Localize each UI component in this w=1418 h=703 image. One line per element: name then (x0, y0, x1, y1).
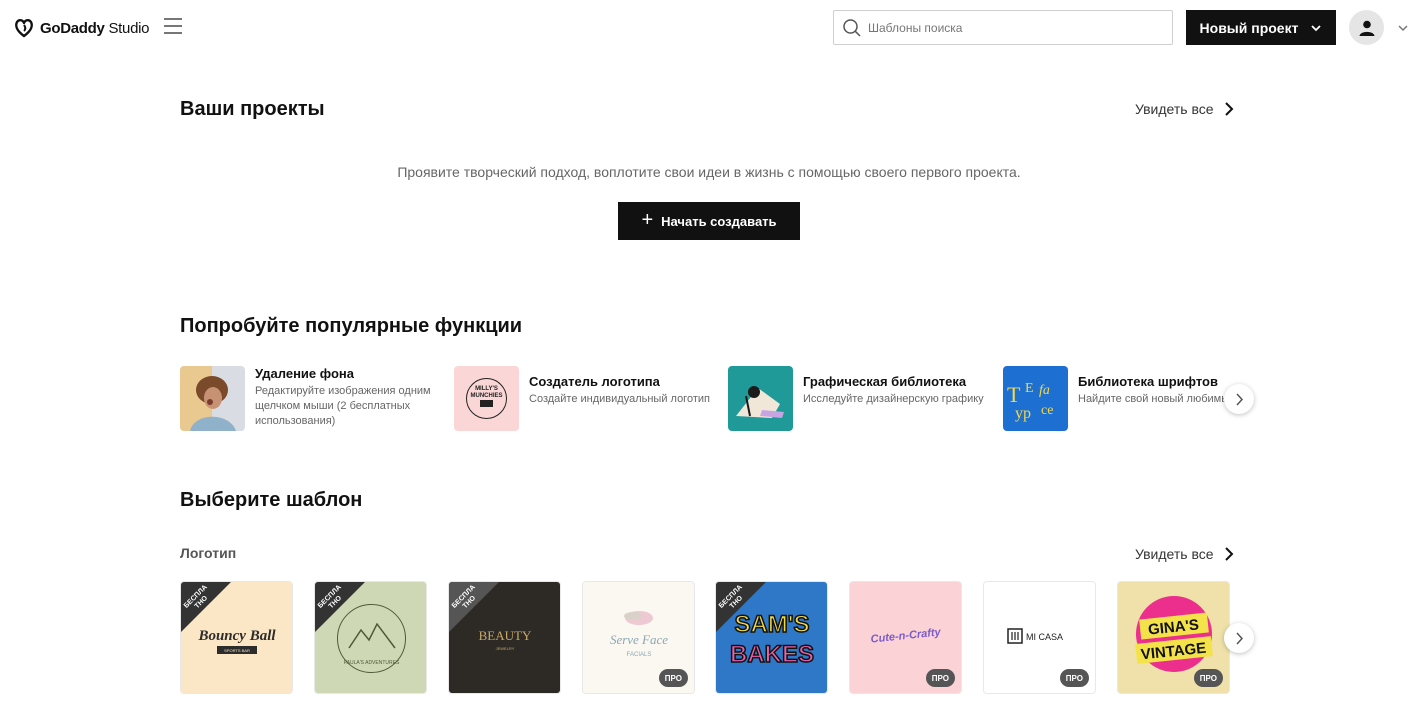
search-input[interactable] (868, 20, 1148, 35)
chevron-down-icon (1311, 24, 1322, 31)
templates-next-button[interactable] (1224, 623, 1254, 653)
template-title: Serve Face (610, 632, 668, 647)
features-next-button[interactable] (1224, 384, 1254, 414)
pro-badge: ПРО (1193, 669, 1223, 687)
logo-brand: GoDaddy (40, 19, 105, 37)
background-removal-thumbnail (180, 366, 245, 431)
feature-description: Исследуйте дизайнерскую графику (803, 393, 984, 405)
feature-description: Найдите свой новый любимый шрифт (1078, 393, 1232, 405)
feature-title: Графическая библиотека (803, 374, 967, 389)
search-box (833, 10, 1173, 45)
svg-text:MUNCHIES: MUNCHIES (470, 393, 502, 399)
user-icon (1359, 20, 1374, 36)
template-card[interactable]: SAM'S BAKES БЕСПЛА ТНО (715, 581, 828, 694)
projects-title: Ваши проекты (180, 98, 325, 120)
chevron-right-icon (1235, 392, 1243, 406)
font-library-thumbnail: T E fa yp ce (1003, 366, 1068, 431)
feature-logo-maker[interactable]: MILLY'S MUNCHIES Создатель логотипа Созд… (454, 366, 729, 432)
svg-text:yp: yp (1015, 405, 1031, 422)
template-subtitle: BAKES (730, 641, 814, 668)
projects-see-all-link[interactable]: Увидеть все (1135, 101, 1234, 117)
features-carousel: Удаление фона Редактируйте изображения о… (180, 366, 1232, 432)
template-card[interactable]: PAULA'S ADVENTURES БЕСПЛА ТНО (314, 581, 427, 694)
template-card[interactable]: Serve Face FACIALS ПРО (582, 581, 695, 694)
svg-text:fa: fa (1039, 383, 1050, 398)
template-card[interactable]: Cute-n-Crafty ПРО (849, 581, 962, 694)
template-subtitle: FACIALS (627, 652, 652, 658)
projects-see-all-label: Увидеть все (1135, 101, 1214, 117)
feature-graphics-library[interactable]: Графическая библиотека Исследуйте дизайн… (728, 366, 1003, 432)
pro-badge: ПРО (1059, 669, 1089, 687)
feature-background-removal[interactable]: Удаление фона Редактируйте изображения о… (180, 366, 455, 432)
hamburger-menu-icon[interactable] (164, 18, 184, 36)
svg-text:E: E (1025, 381, 1034, 396)
chevron-right-icon (1224, 102, 1233, 116)
svg-text:T: T (1007, 382, 1021, 407)
logo-maker-thumbnail: MILLY'S MUNCHIES (454, 366, 519, 431)
template-card[interactable]: MI CASA ПРО (983, 581, 1096, 694)
feature-title: Библиотека шрифтов (1078, 374, 1218, 389)
logo-category-title: Логотип (180, 545, 237, 561)
chevron-right-icon (1224, 547, 1233, 561)
account-chevron-down-icon[interactable] (1397, 22, 1409, 34)
graphics-library-thumbnail (728, 366, 793, 431)
start-creating-button[interactable]: + Начать создавать (618, 202, 800, 240)
template-subtitle: SPORTS BAR (224, 648, 250, 653)
template-card[interactable]: BEAUTY JEWELRY БЕСПЛА ТНО (448, 581, 561, 694)
features-title: Попробуйте популярные функции (180, 315, 523, 337)
start-creating-label: Начать создавать (661, 213, 777, 229)
godaddy-logo-icon (15, 19, 33, 38)
new-project-button[interactable]: Новый проект (1186, 10, 1336, 45)
template-title: MI CASA (1026, 632, 1063, 642)
feature-font-library[interactable]: T E fa yp ce Библиотека шрифтов Найдите … (1003, 366, 1232, 432)
feature-description: Редактируйте изображения одним щелчком м… (255, 385, 431, 427)
feature-title: Удаление фона (255, 366, 354, 381)
top-bar: GoDaddy Studio Новый проект (0, 0, 1418, 56)
pro-badge: ПРО (925, 669, 955, 687)
logo-product: Studio (108, 19, 150, 37)
svg-text:ce: ce (1041, 403, 1053, 418)
svg-text:MILLY'S: MILLY'S (475, 386, 498, 392)
new-project-label: Новый проект (1199, 19, 1299, 36)
template-title: PAULA'S ADVENTURES (344, 660, 400, 666)
godaddy-studio-logo[interactable]: GoDaddy Studio (12, 16, 149, 40)
template-card[interactable]: GINA'S VINTAGE ПРО (1117, 581, 1230, 694)
template-subtitle: JEWELRY (496, 646, 515, 651)
empty-projects-message: Проявите творческий подход, воплотите св… (397, 164, 1021, 180)
template-card[interactable]: Bouncy Ball SPORTS BAR БЕСПЛА ТНО (180, 581, 293, 694)
templates-title: Выберите шаблон (180, 489, 363, 511)
feature-description: Создайте индивидуальный логотип (529, 393, 710, 405)
search-icon (843, 18, 861, 37)
chevron-right-icon (1235, 631, 1243, 645)
avatar[interactable] (1349, 10, 1384, 45)
templates-see-all-label: Увидеть все (1135, 546, 1214, 562)
plus-icon: + (641, 209, 654, 231)
templates-see-all-link[interactable]: Увидеть все (1135, 546, 1234, 562)
pro-badge: ПРО (658, 669, 688, 687)
feature-title: Создатель логотипа (529, 374, 660, 389)
